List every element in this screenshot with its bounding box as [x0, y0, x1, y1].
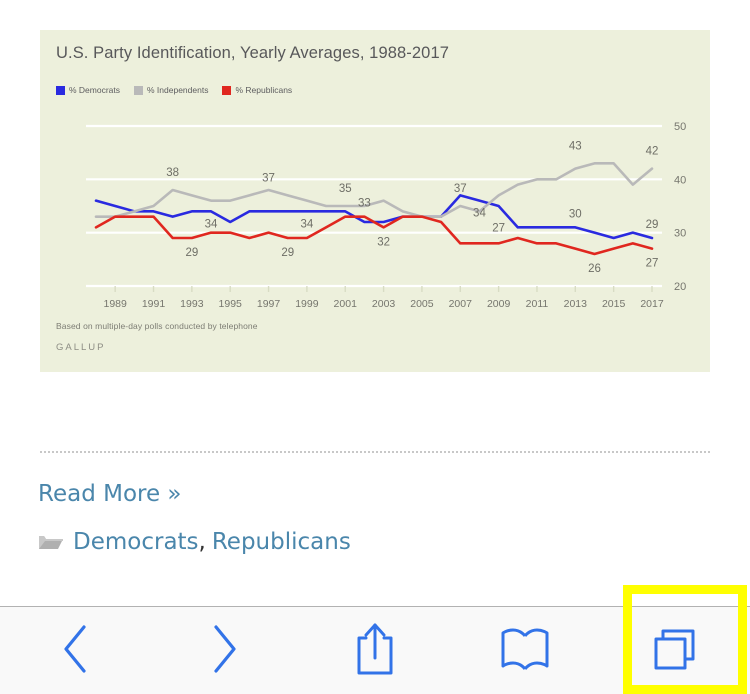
- svg-text:2005: 2005: [410, 298, 434, 310]
- tabs-icon: [649, 623, 701, 678]
- svg-text:29: 29: [646, 219, 659, 231]
- svg-text:38: 38: [166, 167, 179, 179]
- svg-text:37: 37: [262, 172, 275, 184]
- svg-text:2001: 2001: [334, 298, 358, 310]
- chart-plot: 20 30 40 50 1989 1991 1993 1995 1997 1999 2001 2003…: [86, 121, 686, 310]
- category-separator: ,: [198, 529, 206, 555]
- svg-text:40: 40: [674, 174, 686, 186]
- legend-swatch-democrats: [56, 85, 65, 95]
- tabs-button[interactable]: [600, 607, 750, 694]
- chevron-right-icon: [208, 623, 242, 678]
- legend-item-independents: % Independents: [134, 85, 208, 95]
- svg-text:32: 32: [377, 236, 390, 248]
- svg-text:30: 30: [674, 228, 686, 240]
- svg-text:26: 26: [588, 263, 601, 275]
- svg-text:2003: 2003: [372, 298, 396, 310]
- svg-text:34: 34: [205, 218, 218, 230]
- svg-text:1995: 1995: [219, 298, 243, 310]
- share-icon: [353, 620, 397, 681]
- legend-swatch-independents: [134, 85, 144, 95]
- svg-text:2013: 2013: [564, 298, 588, 310]
- chart-panel: U.S. Party Identification, Yearly Averag…: [40, 30, 710, 372]
- svg-text:2015: 2015: [602, 298, 626, 310]
- folder-icon: [38, 532, 64, 552]
- svg-text:29: 29: [281, 247, 294, 259]
- svg-text:27: 27: [646, 258, 659, 270]
- chart-legend: % Democrats % Independents % Republicans: [56, 85, 292, 95]
- svg-text:50: 50: [674, 121, 686, 133]
- svg-text:20: 20: [674, 281, 686, 293]
- svg-text:2007: 2007: [449, 298, 473, 310]
- svg-text:37: 37: [454, 183, 467, 195]
- svg-text:29: 29: [185, 247, 198, 259]
- bookmarks-button[interactable]: [450, 607, 600, 694]
- read-more-link[interactable]: Read More »: [38, 481, 182, 507]
- forward-button[interactable]: [150, 607, 300, 694]
- svg-text:27: 27: [492, 222, 505, 234]
- svg-text:1993: 1993: [180, 298, 204, 310]
- chart-title: U.S. Party Identification, Yearly Averag…: [56, 44, 449, 62]
- share-button[interactable]: [300, 607, 450, 694]
- svg-text:34: 34: [473, 208, 486, 220]
- svg-text:1999: 1999: [295, 298, 319, 310]
- svg-text:2017: 2017: [640, 298, 664, 310]
- svg-text:30: 30: [569, 208, 582, 220]
- svg-text:34: 34: [300, 218, 313, 230]
- category-link-democrats[interactable]: Democrats: [73, 529, 199, 555]
- chevron-left-icon: [58, 623, 92, 678]
- svg-text:1997: 1997: [257, 298, 281, 310]
- section-divider: [40, 451, 710, 453]
- browser-toolbar: [0, 606, 750, 694]
- svg-text:33: 33: [358, 198, 371, 210]
- svg-text:35: 35: [339, 183, 352, 195]
- article-content: U.S. Party Identification, Yearly Averag…: [0, 0, 750, 606]
- chart-footnote: Based on multiple-day polls conducted by…: [56, 321, 258, 331]
- legend-label-independents: % Independents: [147, 85, 209, 95]
- legend-label-democrats: % Democrats: [69, 85, 121, 95]
- back-button[interactable]: [0, 607, 150, 694]
- svg-text:2009: 2009: [487, 298, 511, 310]
- category-link-republicans[interactable]: Republicans: [212, 529, 351, 555]
- legend-swatch-republicans: [222, 85, 232, 95]
- svg-text:1989: 1989: [103, 298, 127, 310]
- category-list: Democrats, Republicans: [38, 529, 351, 555]
- legend-item-democrats: % Democrats: [56, 85, 120, 95]
- svg-text:43: 43: [569, 140, 582, 152]
- chart-brand: GALLUP: [56, 342, 106, 353]
- legend-label-republicans: % Republicans: [235, 85, 293, 95]
- book-icon: [499, 625, 551, 676]
- legend-item-republicans: % Republicans: [222, 85, 292, 95]
- svg-text:2011: 2011: [526, 298, 549, 310]
- svg-text:1991: 1991: [142, 298, 166, 310]
- svg-text:42: 42: [646, 146, 659, 158]
